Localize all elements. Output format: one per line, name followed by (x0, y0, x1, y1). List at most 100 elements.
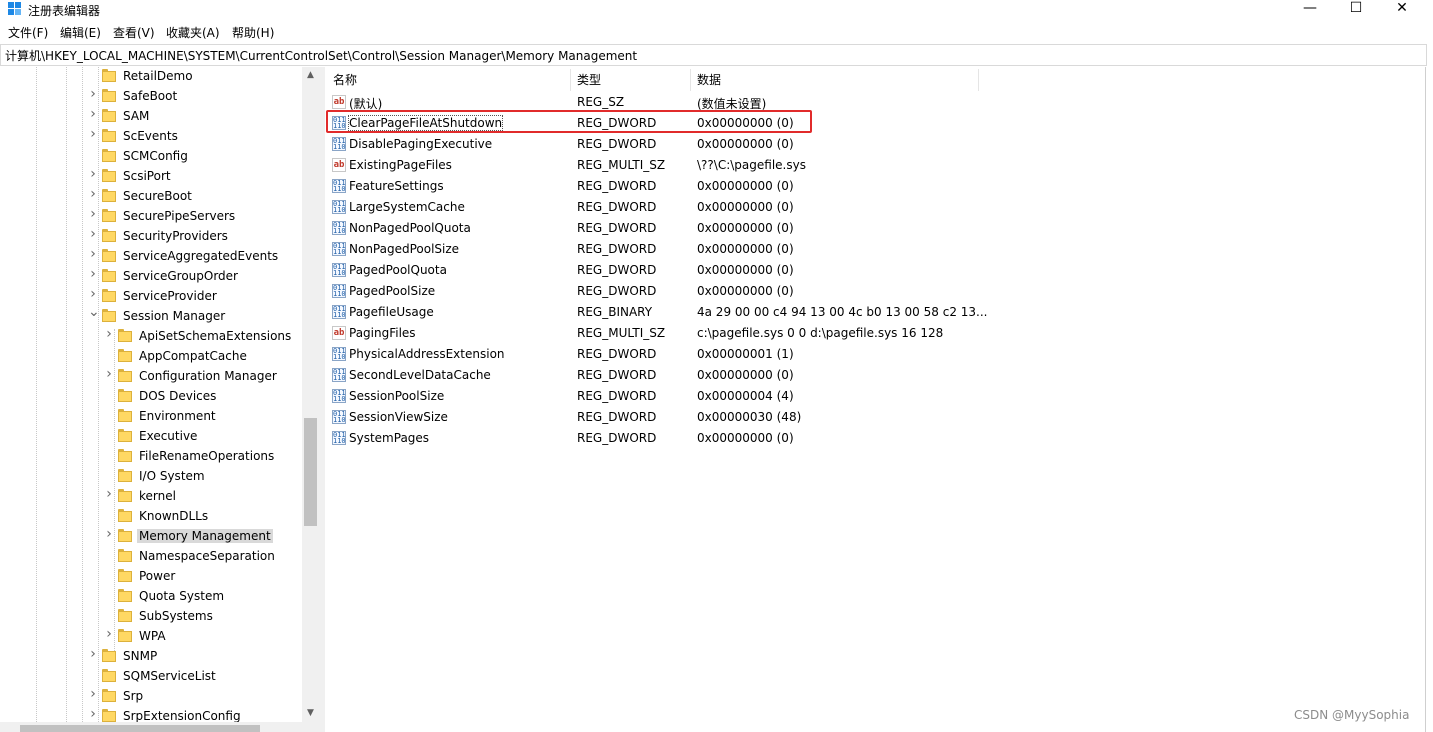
value-type: REG_MULTI_SZ (577, 326, 666, 340)
value-row[interactable]: ab ExistingPageFiles REG_MULTI_SZ \??\C:\pa… (325, 155, 1025, 176)
key-tree-pane[interactable]: RetailDemo › SafeBoot › SAM › ScEvents SCMConfi… (0, 67, 320, 732)
folder-icon (118, 349, 132, 362)
menu-help[interactable]: 帮助(H) (232, 24, 274, 41)
tree-item-label: ServiceGroupOrder (123, 269, 238, 283)
folder-icon (118, 569, 132, 582)
expand-chevron-icon[interactable]: › (104, 487, 114, 501)
folder-icon (102, 249, 116, 262)
expand-chevron-icon[interactable]: › (88, 287, 98, 301)
value-row[interactable]: ab PagingFiles REG_MULTI_SZ c:\pagefile.sys… (325, 323, 1025, 344)
value-name: NonPagedPoolQuota (349, 221, 471, 235)
value-name: SystemPages (349, 431, 430, 445)
title-bar: 注册表编辑器 — ☐ ✕ (0, 0, 1433, 20)
tree-hscroll-thumb[interactable] (20, 725, 260, 732)
value-row[interactable]: 011 110 SecondLevelDataCache REG_DWORD 0x00… (325, 365, 1025, 386)
expand-chevron-icon[interactable]: › (88, 227, 98, 241)
value-row[interactable]: 011 110 SystemPages REG_DWORD 0x00000000 (0… (325, 428, 1025, 449)
expand-chevron-icon[interactable]: › (88, 167, 98, 181)
scroll-up-arrow-icon[interactable]: ▲ (302, 67, 319, 84)
tree-item-label: SCMConfig (123, 149, 188, 163)
tree-item-label: SafeBoot (123, 89, 178, 103)
expand-chevron-icon[interactable]: › (88, 647, 98, 661)
binary-value-icon: 011 110 (332, 347, 346, 361)
values-pane[interactable]: 名称 类型 数据 ab (默认) REG_SZ (数值未设置) 011 110 Clear… (325, 67, 1426, 732)
tree-item-label: Quota System (139, 589, 225, 603)
binary-value-icon: 011 110 (332, 242, 346, 256)
window-title: 注册表编辑器 (28, 4, 101, 18)
tree-vertical-scrollbar[interactable] (302, 67, 319, 722)
expand-chevron-icon[interactable]: › (88, 87, 98, 101)
value-data: 0x00000004 (4) (697, 389, 794, 403)
value-name: SessionViewSize (349, 410, 448, 424)
value-row[interactable]: 011 110 NonPagedPoolQuota REG_DWORD 0x00000… (325, 218, 1025, 239)
folder-icon (118, 589, 132, 602)
value-row[interactable]: 011 110 NonPagedPoolSize REG_DWORD 0x000000… (325, 239, 1025, 260)
minimize-button[interactable]: — (1287, 0, 1333, 20)
value-type: REG_DWORD (577, 200, 657, 214)
value-row[interactable]: 011 110 SessionPoolSize REG_DWORD 0x0000000… (325, 386, 1025, 407)
value-type: REG_MULTI_SZ (577, 158, 666, 172)
tree-item-label: SecurityProviders (123, 229, 228, 243)
value-data: 0x00000000 (0) (697, 221, 794, 235)
close-button[interactable]: ✕ (1379, 0, 1425, 20)
value-data: 0x00000000 (0) (697, 284, 794, 298)
value-row[interactable]: 011 110 SessionViewSize REG_DWORD 0x0000003… (325, 407, 1025, 428)
tree-item-label: Configuration Manager (139, 369, 277, 383)
expand-chevron-icon[interactable]: › (104, 327, 114, 341)
value-row[interactable]: 011 110 FeatureSettings REG_DWORD 0x0000000… (325, 176, 1025, 197)
value-name: PagefileUsage (349, 305, 434, 319)
folder-icon (102, 69, 116, 82)
address-path: 计算机\HKEY_LOCAL_MACHINE\SYSTEM\CurrentCon… (5, 49, 638, 63)
tree-item-label: SNMP (123, 649, 158, 663)
expand-chevron-icon[interactable]: › (88, 207, 98, 221)
value-type: REG_DWORD (577, 221, 657, 235)
tree-item-label: Session Manager (123, 309, 226, 323)
tree-item-label: WPA (139, 629, 166, 643)
expand-chevron-icon[interactable]: › (104, 527, 114, 541)
expand-chevron-icon[interactable]: › (88, 707, 98, 721)
column-header-name[interactable]: 名称 (333, 69, 357, 91)
tree-item-label: SrpExtensionConfig (123, 709, 241, 723)
scroll-down-arrow-icon[interactable]: ▼ (302, 705, 319, 722)
value-name: PagedPoolSize (349, 284, 436, 298)
folder-icon (118, 429, 132, 442)
column-header-type[interactable]: 类型 (577, 69, 601, 91)
value-name: NonPagedPoolSize (349, 242, 460, 256)
menu-file[interactable]: 文件(F) (8, 24, 48, 41)
collapse-chevron-icon[interactable]: ⌄ (88, 305, 100, 319)
expand-chevron-icon[interactable]: › (104, 627, 114, 641)
menu-favorites[interactable]: 收藏夹(A) (166, 24, 220, 41)
menu-view[interactable]: 查看(V) (113, 24, 155, 41)
tree-item-label: SecureBoot (123, 189, 192, 203)
menu-edit[interactable]: 编辑(E) (60, 24, 101, 41)
expand-chevron-icon[interactable]: › (88, 187, 98, 201)
expand-chevron-icon[interactable]: › (88, 267, 98, 281)
value-row[interactable]: 011 110 LargeSystemCache REG_DWORD 0x000000… (325, 197, 1025, 218)
value-row[interactable]: 011 110 PhysicalAddressExtension REG_DWORD… (325, 344, 1025, 365)
maximize-button[interactable]: ☐ (1333, 0, 1379, 20)
tree-item-label: DOS Devices (139, 389, 217, 403)
folder-icon (102, 189, 116, 202)
folder-icon (102, 289, 116, 302)
value-row[interactable]: 011 110 PagefileUsage REG_BINARY 4a 29 00 0… (325, 302, 1025, 323)
value-row[interactable]: 011 110 PagedPoolSize REG_DWORD 0x00000000 … (325, 281, 1025, 302)
value-data: c:\pagefile.sys 0 0 d:\pagefile.sys 16 1… (697, 326, 944, 340)
column-header-data[interactable]: 数据 (697, 69, 721, 91)
expand-chevron-icon[interactable]: › (88, 107, 98, 121)
value-row[interactable]: 011 110 PagedPoolQuota REG_DWORD 0x00000000… (325, 260, 1025, 281)
expand-chevron-icon[interactable]: › (88, 127, 98, 141)
tree-scrollbar-thumb[interactable] (304, 418, 317, 526)
folder-icon (118, 549, 132, 562)
binary-value-icon: 011 110 (332, 179, 346, 193)
folder-icon (118, 329, 132, 342)
folder-icon (118, 389, 132, 402)
folder-icon (102, 269, 116, 282)
value-data: 0x00000000 (0) (697, 368, 794, 382)
value-name: DisablePagingExecutive (349, 137, 493, 151)
expand-chevron-icon[interactable]: › (88, 687, 98, 701)
value-type: REG_DWORD (577, 431, 657, 445)
address-bar[interactable]: 计算机\HKEY_LOCAL_MACHINE\SYSTEM\CurrentCon… (0, 44, 1427, 66)
expand-chevron-icon[interactable]: › (88, 247, 98, 261)
expand-chevron-icon[interactable]: › (104, 367, 114, 381)
value-row[interactable]: 011 110 DisablePagingExecutive REG_DWORD 0x… (325, 134, 1025, 155)
